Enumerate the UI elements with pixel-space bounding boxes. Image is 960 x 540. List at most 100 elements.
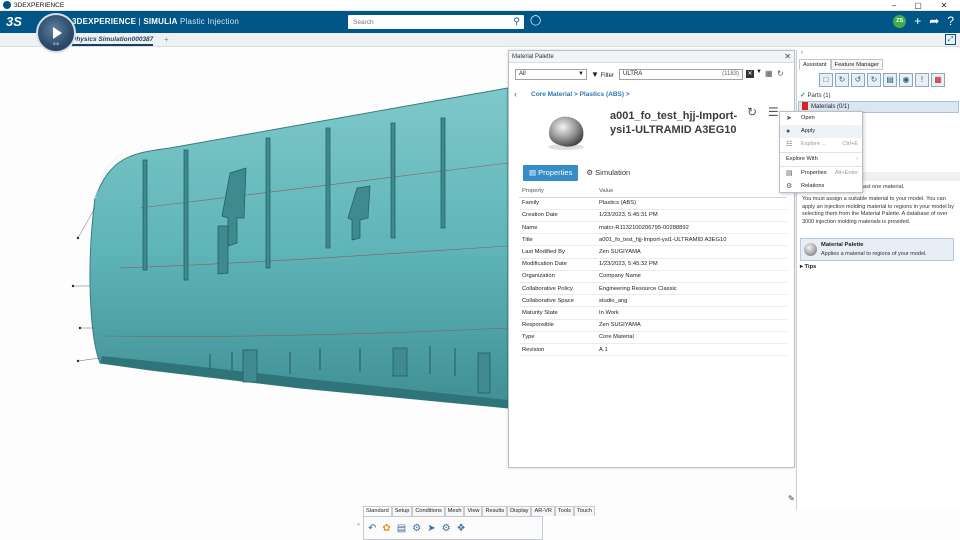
fullscreen-icon[interactable]: ⤢ (945, 34, 956, 45)
tab-physics-simulation[interactable]: Physics Simulation000387 (72, 36, 154, 46)
filter-input[interactable]: ULTRA (1183) (619, 69, 743, 80)
tool-icon[interactable]: ↺ (851, 73, 865, 87)
maximize-button[interactable]: ▢ (907, 0, 929, 11)
tool-icon[interactable]: ▦ (931, 73, 945, 87)
parts-label: Parts (1) (807, 93, 831, 99)
tab-view[interactable]: View (464, 506, 483, 516)
assistant-toolbar: □ ↻ ↺ ↻ ▤ ◉ ! ▦ (819, 73, 945, 87)
actionbar-expand-icon[interactable]: ⌄ (356, 520, 361, 527)
palette-close-button[interactable]: ✕ (784, 51, 791, 63)
brand-app: Plastic Injection (177, 17, 240, 26)
palette-icon[interactable]: ✿ (382, 523, 390, 534)
collapse-chevron-icon[interactable]: › (801, 50, 803, 56)
assistant-tabs: Assistant Feature Manager (799, 59, 883, 70)
menu-item-open[interactable]: ➤ Open (780, 112, 862, 125)
hamburger-menu-icon[interactable]: ☰ (768, 105, 779, 119)
simulation-tab-icon: ⚙ (586, 168, 596, 177)
tab-simulation[interactable]: ⚙ Simulation (586, 165, 630, 183)
menu-item-properties[interactable]: ▤ Properties Alt+Enter (780, 167, 862, 180)
tab-standard[interactable]: Standard (363, 506, 392, 516)
user-avatar[interactable]: ZS (893, 14, 907, 28)
search-box[interactable]: ⚲ (348, 15, 524, 29)
os-app-name: 3DEXPERIENCE (14, 1, 65, 9)
tag-icon[interactable]: ◯ (530, 15, 541, 26)
app-logo-icon (3, 1, 11, 9)
tab-feature-manager[interactable]: Feature Manager (830, 59, 883, 70)
tool-icon[interactable]: ↻ (835, 73, 849, 87)
material-palette-card[interactable]: Material Palette Applies a material to r… (800, 238, 954, 261)
tool-icon[interactable]: ↻ (867, 73, 881, 87)
tool-icon[interactable]: ⚙ (442, 523, 451, 534)
clear-filter-icon[interactable]: ✕ (746, 70, 754, 78)
row-value: Zen SUGIYAMA (596, 245, 787, 259)
properties-table: Property Value Family Plastics (ABS) Creat… (519, 185, 787, 357)
submenu-chevron-icon: › (856, 156, 858, 162)
row-property: Maturity State (519, 306, 596, 320)
table-row: Creation Date 1/23/2023, 5:45:31 PM (519, 209, 787, 223)
minimize-button[interactable]: – (883, 0, 905, 11)
menu-label: Relations (801, 183, 825, 189)
add-icon[interactable]: + (914, 14, 921, 28)
tab-mesh[interactable]: Mesh (444, 506, 465, 516)
properties-shortcut: Alt+Enter (834, 170, 858, 176)
properties-tab-icon: ▤ (529, 168, 539, 177)
header-property: Property (519, 185, 596, 198)
tips-section[interactable]: ▸ Tips (800, 264, 816, 270)
refresh-icon[interactable]: ↻ (777, 69, 784, 78)
tab-assistant[interactable]: Assistant (799, 59, 831, 70)
tab-setup[interactable]: Setup (391, 506, 413, 516)
row-value: Engineering Resource Classic (596, 282, 787, 296)
filter-label-group: ▼ Filter (591, 70, 614, 79)
filter-dropdown-icon[interactable]: ▼ (756, 69, 762, 75)
undo-icon[interactable]: ↶ (368, 523, 376, 534)
action-bar-icons: ↶ ✿ ▤ ⚙ ➤ ⚙ ❖ (363, 516, 543, 540)
tab-display[interactable]: Display (507, 506, 532, 516)
table-row: Modification Date 1/23/2023, 5:45:32 PM (519, 258, 787, 271)
menu-item-explore[interactable]: ☷ Explore ... Ctrl+E (780, 138, 862, 151)
help-icon[interactable]: ? (947, 14, 954, 28)
tool-icon[interactable]: □ (819, 73, 833, 87)
top-right-icons: ZS + ➦ ? (893, 14, 954, 28)
tool-icon[interactable]: ! (915, 73, 929, 87)
settings-icon[interactable]: ⚙ (412, 523, 421, 534)
search-input[interactable] (348, 15, 498, 29)
measure-icon[interactable]: ➤ (427, 523, 435, 534)
table-row: Title a001_fo_test_hjj-Import-ysi1-ULTRAM… (519, 233, 787, 247)
row-property: Creation Date (519, 209, 596, 223)
table-row: Family Plastics (ABS) (519, 197, 787, 210)
material-title: a001_fo_test_hjj-Import-ysi1-ULTRAMID A3… (610, 110, 738, 136)
tab-conditions[interactable]: Conditions (412, 506, 445, 516)
filter-count: (1183) (722, 71, 739, 77)
tab-ar-vr[interactable]: AR-VR (531, 506, 555, 516)
row-value: studio_ang (596, 294, 787, 308)
reload-icon[interactable]: ↻ (747, 105, 757, 119)
tab-touch[interactable]: Touch (573, 506, 595, 516)
type-select[interactable]: All ▼ (515, 69, 587, 80)
row-property: Collaborative Space (519, 294, 596, 308)
menu-item-relations[interactable]: ⚙ Relations (780, 180, 862, 193)
row-value: Company Name (596, 270, 787, 284)
row-property: Family (519, 197, 596, 210)
share-icon[interactable]: ➦ (929, 14, 939, 28)
probe-icon[interactable]: ❖ (457, 523, 466, 534)
row-property: Responsible (519, 319, 596, 332)
back-chevron-icon[interactable]: ‹ (514, 89, 517, 99)
new-tab-button[interactable]: + (164, 35, 169, 44)
view-icon[interactable]: ▤ (397, 523, 406, 534)
tool-icon[interactable]: ▤ (883, 73, 897, 87)
search-icon[interactable]: ⚲ (513, 16, 520, 27)
pencil-icon[interactable]: ✎ (788, 494, 795, 503)
close-window-button[interactable]: ✕ (933, 0, 955, 11)
grid-view-icon[interactable]: ▦ (765, 69, 773, 78)
tab-results[interactable]: Results (482, 506, 508, 516)
tool-icon[interactable]: ◉ (899, 73, 913, 87)
tab-tools[interactable]: Tools (554, 506, 574, 516)
tab-properties[interactable]: ▤ Properties (523, 165, 579, 181)
menu-item-explore-with[interactable]: Explore With › (780, 153, 862, 166)
parts-item[interactable]: ✓ Parts (1) (800, 91, 831, 99)
compass-widget[interactable]: 6.8 (36, 13, 76, 53)
menu-item-apply[interactable]: ● Apply (780, 125, 862, 138)
brand-title: 3DEXPERIENCE | SIMULIA Plastic Injection (72, 17, 239, 26)
material-palette-panel: Material Palette ✕ All ▼ ▼ Filter ULTRA (1… (508, 50, 795, 468)
breadcrumb[interactable]: Core Material > Plastics (ABS) > (531, 91, 630, 98)
